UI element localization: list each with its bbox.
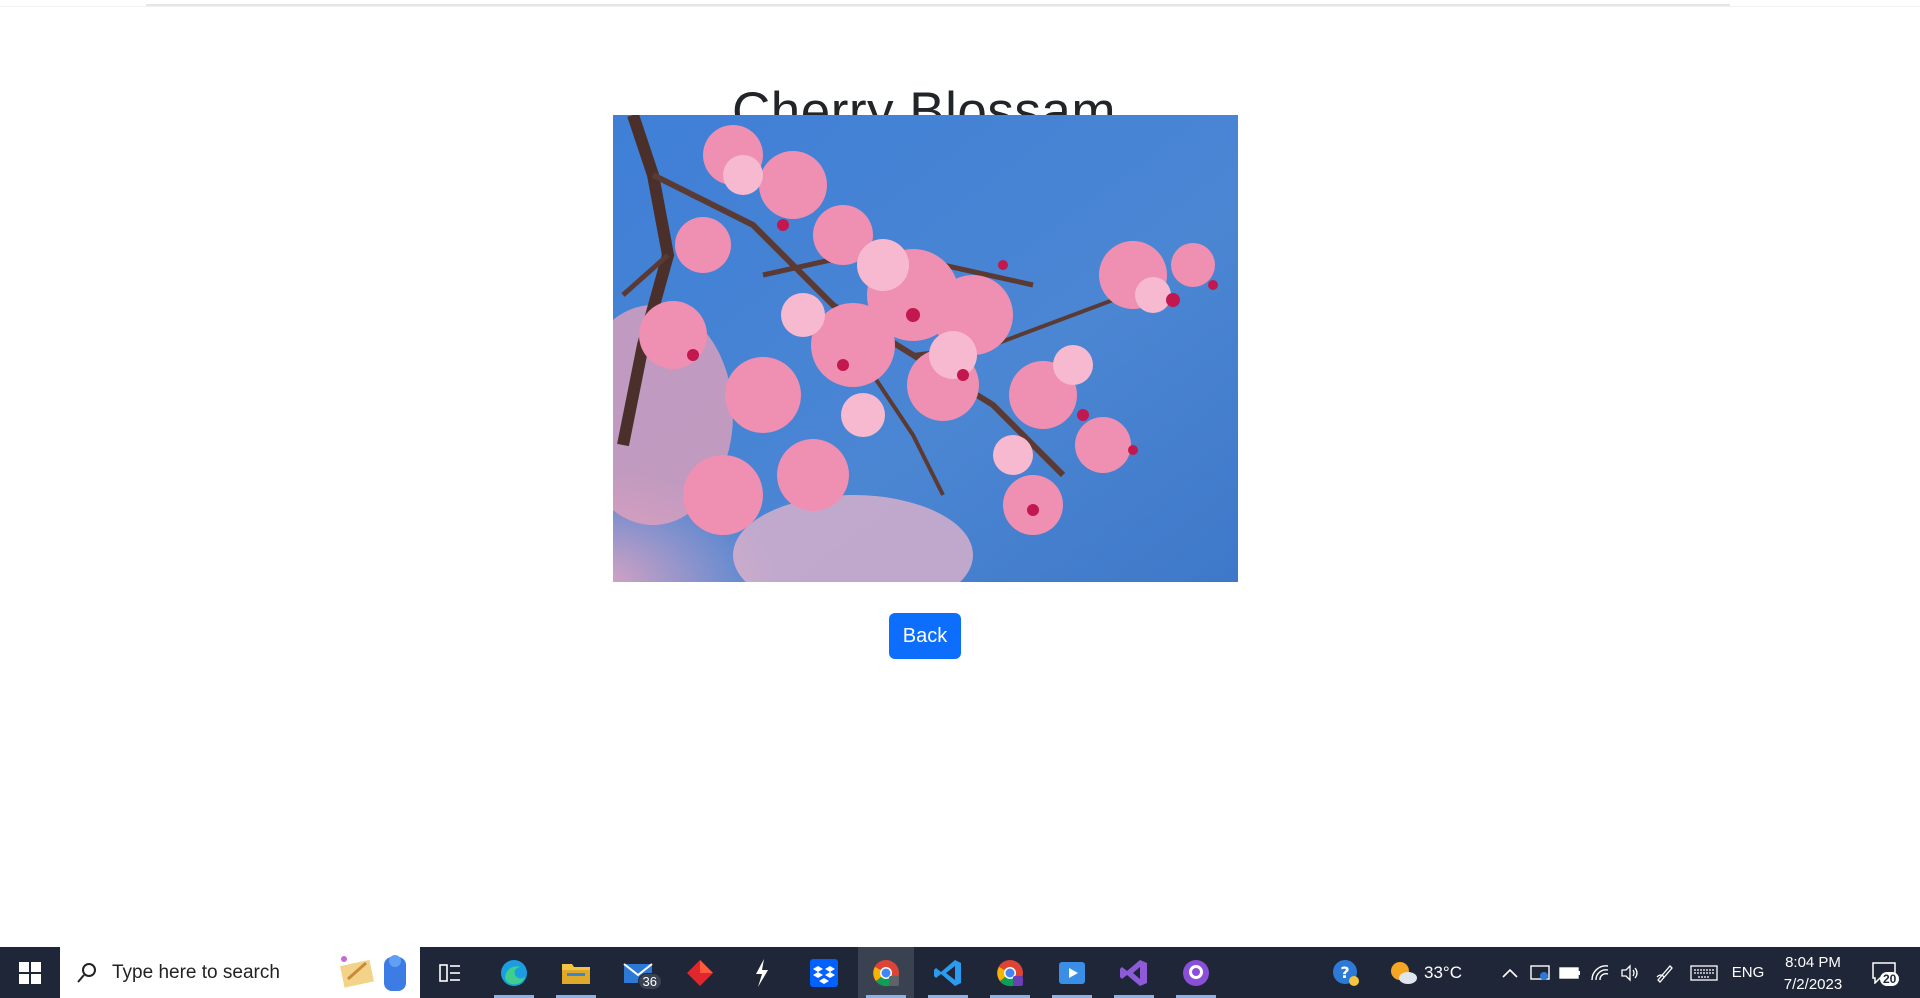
taskbar-app-chrome[interactable] <box>858 947 914 998</box>
search-placeholder: Type here to search <box>112 961 280 983</box>
svg-text:?: ? <box>1340 963 1349 982</box>
keyboard-icon <box>1690 964 1718 981</box>
clock-date: 7/2/2023 <box>1783 976 1843 993</box>
wifi-icon <box>1591 964 1609 980</box>
security-icon <box>1530 964 1550 980</box>
weather-widget[interactable]: 33°C <box>1388 947 1468 998</box>
battery-icon <box>1559 966 1580 979</box>
top-border <box>0 6 1920 7</box>
folder-icon <box>562 963 590 984</box>
back-button[interactable]: Back <box>889 613 961 659</box>
edge-icon <box>501 959 527 986</box>
weather-sun-cloud-icon <box>1391 961 1417 984</box>
taskbar-app-file-explorer[interactable] <box>548 947 604 998</box>
chrome-icon <box>873 959 899 986</box>
chevron-up-icon <box>1502 968 1518 978</box>
taskbar-search[interactable]: Type here to search <box>60 947 420 998</box>
task-view-icon <box>439 963 460 982</box>
taskbar-clock[interactable]: 8:04 PM 7/2/2023 <box>1773 952 1853 996</box>
tray-volume[interactable] <box>1616 947 1644 998</box>
weather-temp: 33°C <box>1424 962 1462 982</box>
search-icon <box>77 962 96 983</box>
chrome-profile-icon <box>997 959 1023 986</box>
taskbar: Type here to search 36 ? 33°C ENG 8:04 P… <box>0 947 1920 998</box>
taskbar-app-vscode[interactable] <box>920 947 976 998</box>
taskbar-app-visual-studio[interactable] <box>1106 947 1162 998</box>
tray-defender[interactable] <box>1526 947 1554 998</box>
language-indicator: ENG <box>1731 964 1765 981</box>
tray-pen[interactable] <box>1650 947 1680 998</box>
show-hidden-icons[interactable] <box>1496 947 1524 998</box>
pen-icon <box>1656 964 1673 983</box>
mail-unread-badge: 36 <box>637 973 662 990</box>
taskbar-app-edge[interactable] <box>486 947 542 998</box>
taskbar-app-lightning[interactable] <box>734 947 790 998</box>
speaker-icon <box>1621 963 1638 982</box>
visual-studio-icon <box>1120 959 1147 986</box>
red-diamond-icon <box>687 959 713 986</box>
search-highlight-icon <box>340 955 406 991</box>
task-view-button[interactable] <box>420 947 480 998</box>
clock-time: 8:04 PM <box>1785 954 1841 971</box>
taskbar-app-dropbox[interactable] <box>796 947 852 998</box>
vscode-icon <box>934 959 961 986</box>
lightning-icon <box>756 958 768 987</box>
github-icon <box>1183 959 1209 986</box>
start-button[interactable] <box>0 947 60 998</box>
taskbar-app-red[interactable] <box>672 947 728 998</box>
windows-icon <box>19 961 41 984</box>
tray-battery[interactable] <box>1556 947 1584 998</box>
taskbar-app-github-desktop[interactable] <box>1168 947 1224 998</box>
taskbar-app-mail[interactable]: 36 <box>610 947 666 998</box>
help-tray-button[interactable]: ? <box>1326 947 1366 998</box>
cherry-blossom-image <box>613 115 1238 582</box>
notification-count-badge: 20 <box>1880 972 1900 986</box>
taskbar-app-chrome-profile[interactable] <box>982 947 1038 998</box>
taskbar-app-media-player[interactable] <box>1044 947 1100 998</box>
tray-language[interactable]: ENG <box>1728 947 1768 998</box>
media-player-icon <box>1059 961 1085 984</box>
help-icon: ? <box>1333 959 1359 986</box>
dropbox-icon <box>810 958 838 987</box>
tray-touch-keyboard[interactable] <box>1686 947 1722 998</box>
tray-network[interactable] <box>1586 947 1614 998</box>
